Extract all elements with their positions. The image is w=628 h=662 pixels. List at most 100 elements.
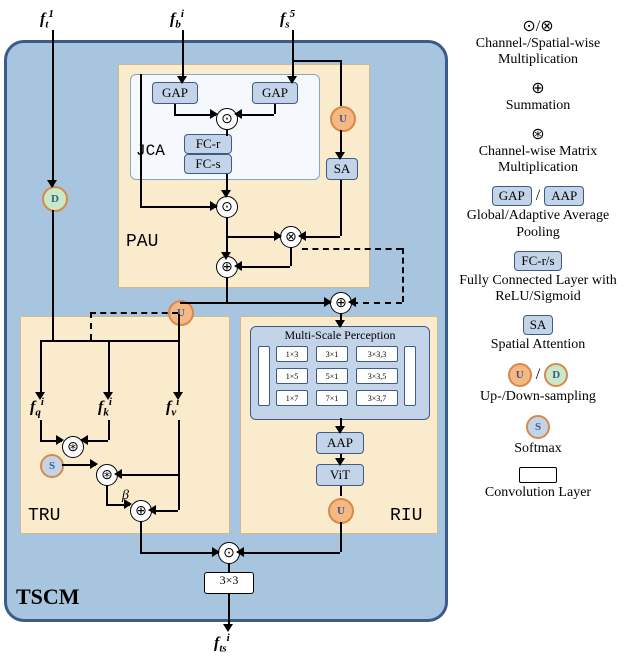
arrow [174,104,176,114]
legend-u: U [508,363,532,387]
dashed-arrow [90,312,178,314]
gap-module-left: GAP [152,82,198,104]
output-f-ts: ftsi [214,632,230,655]
arrow [52,210,54,340]
arrow [108,340,110,394]
legend-item: SA Spatial Attention [452,315,624,353]
arrow-head [335,152,345,160]
sa-module: SA [326,158,358,180]
riu-label: RIU [390,506,422,526]
arrow [238,114,274,116]
legend-item: ⊛ Channel-wise Matrix Multiplication [452,124,624,176]
u-badge-fs: U [330,106,356,132]
arrow [292,60,340,62]
legend-item: S Softmax [452,415,624,457]
legend-desc: Channel-/Spatial-wise Multiplication [452,36,624,68]
arrow-head [274,231,282,241]
arrow-head [298,231,306,241]
legend-s: S [526,415,550,439]
arrow-head [348,297,356,307]
arrow-head [236,547,244,557]
arrow [226,236,280,238]
legend-d: D [544,363,568,387]
diagram-root: ft1 fbi fs5 PAU JCA GAP GAP ⊙ FC-r FC-s … [0,0,628,662]
arrow [240,552,340,554]
arrow-head [124,499,132,509]
legend-desc: Fully Connected Layer with ReLU/Sigmoid [452,273,624,305]
arrow-head [221,252,231,260]
legend: ⊙/⊗ Channel-/Spatial-wise Multiplication… [452,16,624,511]
legend-item: Convolution Layer [452,467,624,501]
arrow [40,420,42,440]
arrow [118,474,178,476]
arrow [140,206,216,208]
legend-aap: AAP [544,186,584,206]
arrow-head [234,261,242,271]
arrow-head [148,505,156,515]
input-f-t: ft1 [40,8,54,31]
legend-item: ⊕ Summation [452,78,624,114]
legend-desc: Softmax [452,441,624,457]
msp-cell: 5×1 [316,368,348,384]
legend-symbol: ⊕ [452,78,624,98]
arrow [228,564,230,572]
arrow-head [234,109,242,119]
arrow [290,248,292,266]
tscm-label: TSCM [16,584,80,610]
arrow [140,74,142,206]
msp-bar-r [404,346,416,406]
arrow [52,30,54,186]
arrow-head [80,435,88,445]
msp-cell: 1×3 [276,346,308,362]
arrow-head [56,435,64,445]
dashed-arrow [402,248,404,302]
arrow [226,130,228,136]
arrow-head [103,392,113,400]
arrow-head [35,392,45,400]
arrow-head [210,201,218,211]
fcs-module: FC-s [184,154,232,174]
tru-label: TRU [28,506,60,526]
input-f-s: fs5 [280,8,295,31]
arrow [340,486,342,496]
msp-cell: 3×1 [316,346,348,362]
legend-symbol: ⊙/⊗ [452,16,624,36]
arrow-head [210,109,218,119]
arrow-head [335,458,345,466]
arrow [340,180,342,236]
msp-cell: 3×3,3 [356,346,398,362]
dashed-arrow [352,302,402,304]
fcr-module: FC-r [184,134,232,154]
arrow-head [212,547,220,557]
legend-item: GAP / AAP Global/Adaptive Average Poolin… [452,186,624,240]
arrow [140,552,218,554]
arrow [182,30,184,80]
s-badge: S [40,454,64,478]
arrow-head [173,392,183,400]
msp-bar-l [258,346,270,406]
legend-item: U / D Up-/Down-sampling [452,363,624,405]
arrow-head [287,76,297,84]
legend-desc: Spatial Attention [452,337,624,353]
arrow [226,218,228,236]
arrow [228,594,230,626]
d-badge-ft: D [42,186,68,212]
arrow-head [324,297,332,307]
arrow [180,302,226,304]
msp-cell: 1×7 [276,390,308,406]
legend-item: FC-r/s Fully Connected Layer with ReLU/S… [452,251,624,305]
vit-module: ViT [316,464,364,486]
legend-desc: Channel-wise Matrix Multiplication [452,144,624,176]
input-f-b: fbi [170,8,184,31]
conv-3x3: 3×3 [204,572,254,594]
arrow [340,522,342,552]
arrow [140,522,142,552]
arrow-head [335,320,345,328]
arrow [178,314,180,330]
arrow [178,420,180,474]
arrow-head [90,459,98,469]
arrow [178,474,180,510]
msp-cell: 3×3,7 [356,390,398,406]
arrow [292,30,294,80]
arrow [340,60,342,106]
